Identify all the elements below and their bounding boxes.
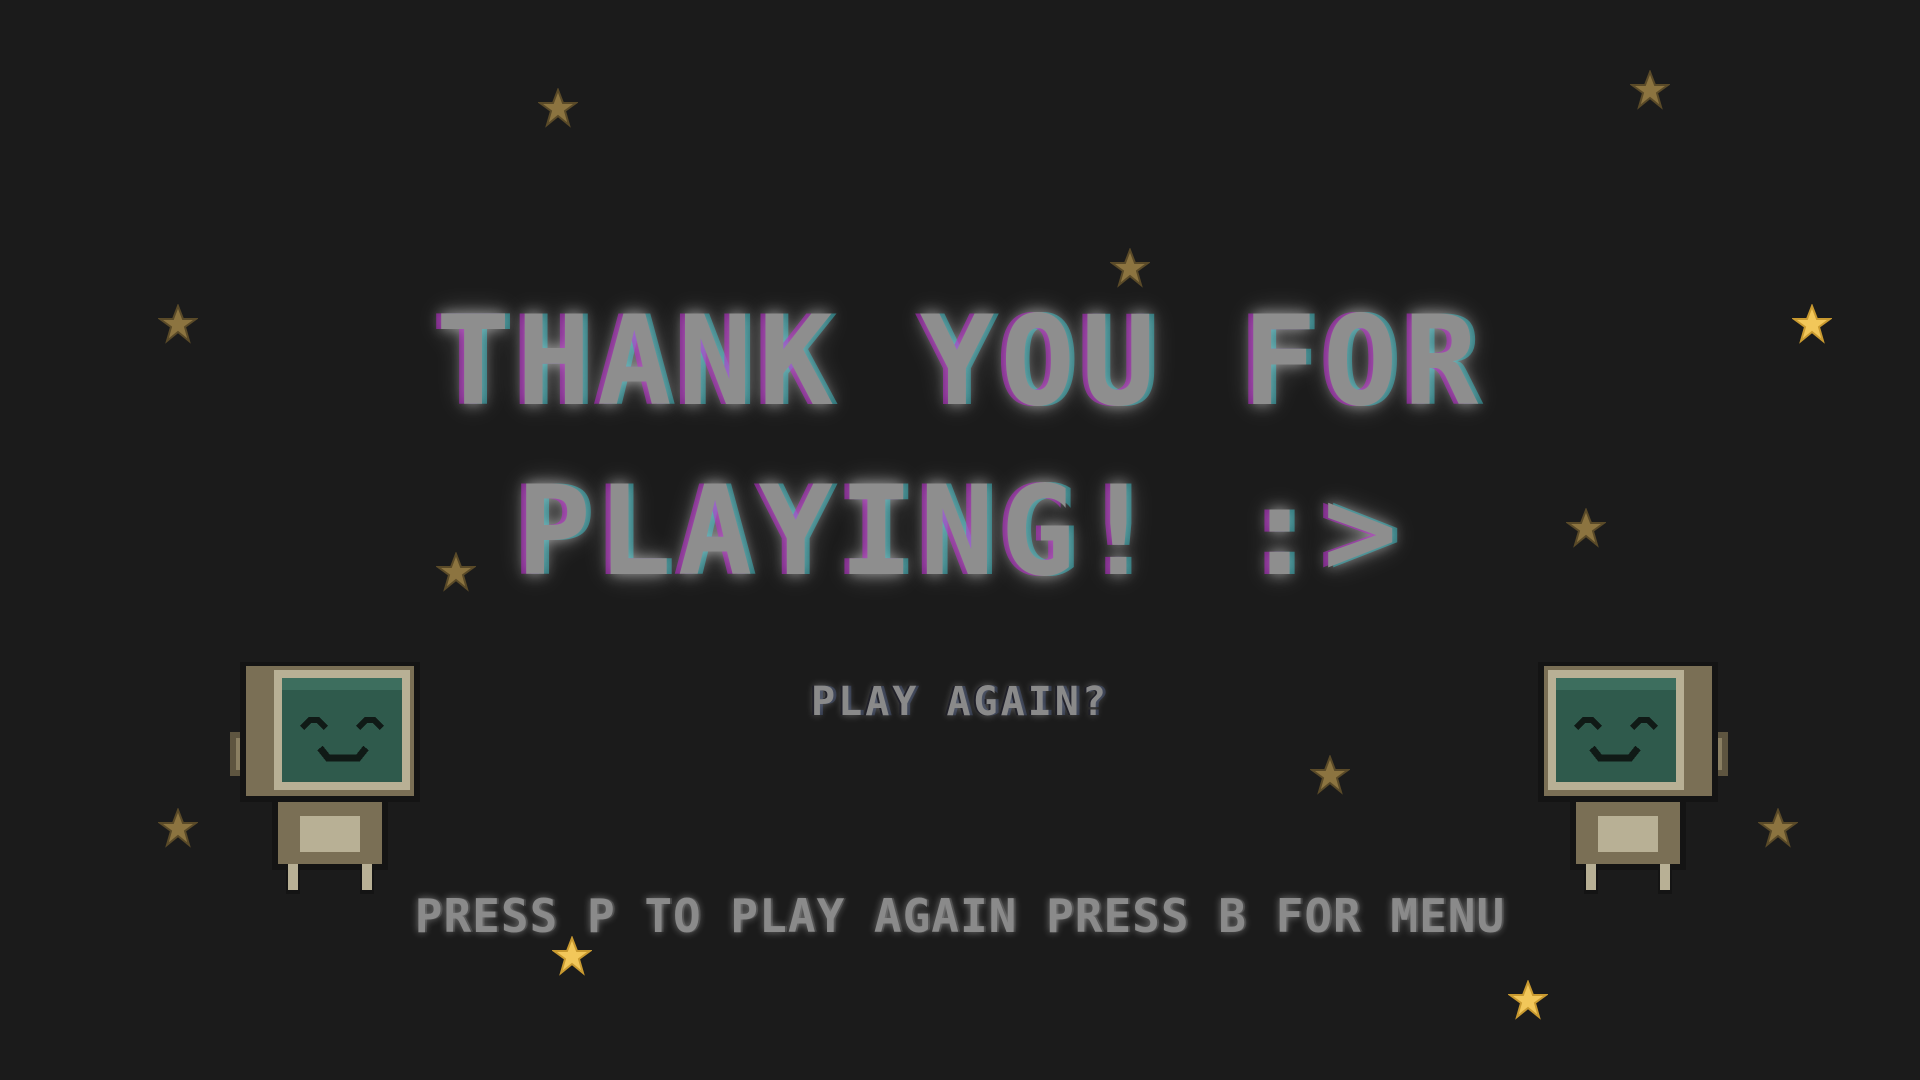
star-icon <box>1758 808 1798 848</box>
tv-head-robot-icon <box>1538 662 1728 894</box>
star-icon <box>538 88 578 128</box>
star-icon <box>1310 755 1350 795</box>
star-icon <box>1630 70 1670 110</box>
tv-head-robot-icon <box>230 662 420 894</box>
end-screen: THANK YOU FOR PLAYING! :> PLAY AGAIN? PR… <box>0 0 1920 1080</box>
controls-instructions: PRESS P TO PLAY AGAIN PRESS B FOR MENU <box>414 889 1506 943</box>
star-icon <box>158 808 198 848</box>
star-icon <box>1110 248 1150 288</box>
star-icon <box>1508 980 1548 1020</box>
title-line-2: PLAYING! :> <box>516 460 1404 604</box>
title-line-1: THANK YOU FOR <box>435 290 1485 434</box>
